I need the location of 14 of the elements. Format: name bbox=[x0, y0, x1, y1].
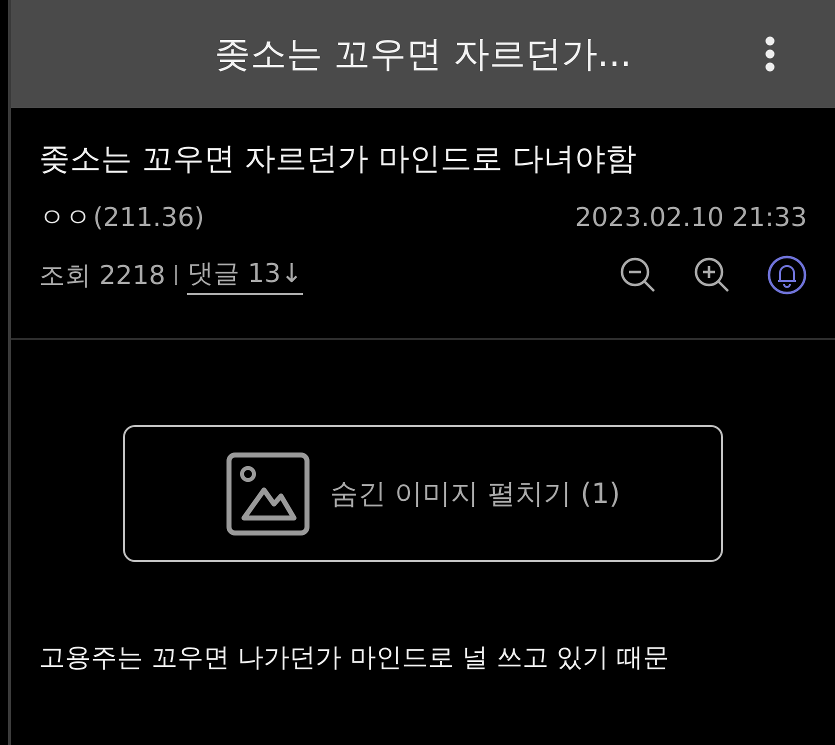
comments-link[interactable]: 댓글 13↓ bbox=[187, 256, 303, 294]
post-title: 좆소는 꼬우면 자르던가 마인드로 다녀야함 bbox=[39, 140, 638, 179]
author-name: ㅇㅇ bbox=[39, 202, 91, 235]
zoom-in-icon[interactable] bbox=[693, 256, 731, 294]
header-title: 좆소는 꼬우면 자르던가... bbox=[214, 32, 632, 76]
view-count: 조회 2218 bbox=[39, 260, 166, 292]
show-hidden-images-button[interactable]: 숨긴 이미지 펼치기 (1) bbox=[123, 425, 723, 562]
author-ip: (211.36) bbox=[93, 202, 204, 232]
zoom-out-icon[interactable] bbox=[619, 256, 657, 294]
more-menu-icon[interactable] bbox=[765, 36, 775, 72]
bell-icon[interactable] bbox=[767, 255, 807, 295]
post-date: 2023.02.10 21:33 bbox=[574, 202, 807, 232]
post-body-text: 고용주는 꼬우면 나가던가 마인드로 널 쓰고 있기 때문 bbox=[39, 642, 670, 675]
image-icon bbox=[226, 452, 310, 536]
